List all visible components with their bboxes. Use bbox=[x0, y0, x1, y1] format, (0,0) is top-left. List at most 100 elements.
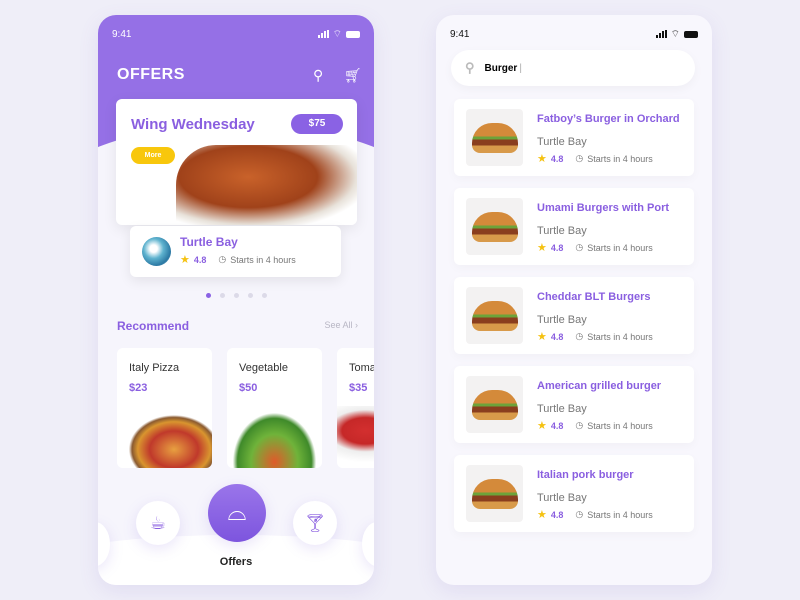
burger-picture bbox=[471, 478, 518, 509]
wings-image bbox=[176, 145, 357, 225]
status-bar: 9:41 ⌔ bbox=[112, 27, 360, 41]
nav-coffee-button[interactable]: ☕︎ bbox=[136, 501, 180, 545]
restaurant-name: Turtle Bay bbox=[537, 403, 587, 415]
start-time: Starts in 4 hours bbox=[587, 242, 653, 253]
search-icon: ⚲ bbox=[465, 60, 475, 75]
result-title: Cheddar BLT Burgers bbox=[537, 291, 651, 303]
wifi-icon: ⌔ bbox=[332, 28, 342, 40]
restaurant-name: Turtle Bay bbox=[180, 235, 238, 249]
burger-picture bbox=[471, 122, 518, 153]
search-value: Burger bbox=[484, 62, 518, 74]
start-time: Starts in 4 hours bbox=[587, 153, 653, 164]
see-all-link[interactable]: See All › bbox=[324, 320, 358, 330]
result-title: Italian pork burger bbox=[537, 469, 634, 481]
rating: 4.8 bbox=[550, 242, 564, 253]
pizza-image bbox=[117, 406, 212, 468]
star-icon: ★ bbox=[537, 242, 547, 254]
dot[interactable] bbox=[219, 293, 225, 298]
star-icon: ★ bbox=[537, 509, 547, 521]
see-all-label: See All bbox=[324, 320, 353, 330]
result-title: Fatboy’s Burger in Orchard bbox=[537, 113, 680, 125]
clock-icon: ◷ bbox=[575, 242, 584, 252]
product-price: $23 bbox=[129, 382, 148, 394]
burger-picture bbox=[471, 389, 518, 420]
result-item[interactable]: American grilled burger Turtle Bay ★ 4.8 ◷… bbox=[454, 366, 694, 443]
nav-cocktail-button[interactable]: 🍸︎ bbox=[293, 501, 337, 545]
star-icon: ★ bbox=[537, 153, 547, 165]
burger-picture bbox=[471, 300, 518, 331]
clock-icon: ◷ bbox=[218, 254, 227, 264]
rating: 4.8 bbox=[550, 331, 564, 342]
status-bar: 9:41 ⌔ bbox=[450, 27, 698, 41]
status-time: 9:41 bbox=[112, 28, 132, 40]
nav-active-label: Offers bbox=[219, 556, 253, 568]
tomato-image bbox=[337, 406, 374, 468]
restaurant-name: Turtle Bay bbox=[537, 314, 587, 326]
price-badge: $75 bbox=[291, 114, 343, 134]
chevron-right-icon: › bbox=[355, 320, 358, 330]
burger-image bbox=[466, 465, 523, 522]
search-screen: 9:41 ⌔ ⚲ Burger | Fatboy’s Burger in Orch… bbox=[436, 15, 712, 585]
restaurant-info-card[interactable]: Turtle Bay ★ 4.8 ◷ Starts in 4 hours bbox=[130, 226, 341, 277]
dot[interactable] bbox=[261, 293, 267, 298]
product-name: Toma bbox=[349, 362, 374, 374]
result-item[interactable]: Fatboy’s Burger in Orchard Turtle Bay ★ 4… bbox=[454, 99, 694, 176]
rating: 4.8 bbox=[550, 420, 564, 431]
product-card[interactable]: Toma $35 bbox=[337, 348, 374, 468]
burger-image bbox=[466, 198, 523, 255]
star-icon: ★ bbox=[537, 331, 547, 343]
product-card[interactable]: Vegetable $50 bbox=[227, 348, 322, 468]
result-title: American grilled burger bbox=[537, 380, 662, 392]
wifi-icon: ⌔ bbox=[670, 28, 680, 40]
page-title: OFFERS bbox=[117, 66, 185, 83]
product-price: $50 bbox=[239, 382, 258, 394]
dot[interactable] bbox=[247, 293, 253, 298]
offer-title: Wing Wednesday bbox=[131, 116, 255, 133]
result-item[interactable]: Umami Burgers with Port Turtle Bay ★ 4.8 ◷… bbox=[454, 188, 694, 265]
star-icon: ★ bbox=[180, 254, 190, 266]
coffee-icon: ☕︎ bbox=[149, 512, 167, 533]
signal-icon bbox=[655, 30, 667, 38]
more-button[interactable]: More bbox=[131, 147, 175, 164]
burger-image bbox=[466, 287, 523, 344]
result-title: Umami Burgers with Port bbox=[537, 202, 670, 214]
start-time: Starts in 4 hours bbox=[587, 509, 653, 520]
product-card[interactable]: Italy Pizza $23 bbox=[117, 348, 212, 468]
search-input[interactable]: ⚲ Burger | bbox=[451, 50, 695, 86]
cocktail-icon: 🍸︎ bbox=[303, 512, 327, 533]
dot[interactable] bbox=[205, 293, 211, 298]
result-item[interactable]: Cheddar BLT Burgers Turtle Bay ★ 4.8 ◷ Star… bbox=[454, 277, 694, 354]
battery-icon bbox=[684, 30, 698, 38]
burger-picture bbox=[471, 211, 518, 242]
clock-icon: ◷ bbox=[575, 509, 584, 519]
restaurant-name: Turtle Bay bbox=[537, 225, 587, 237]
burger-image bbox=[466, 109, 523, 166]
cart-icon[interactable]: 🛒︎ bbox=[344, 67, 362, 84]
carousel-dots[interactable] bbox=[98, 293, 374, 298]
recommend-heading: Recommend bbox=[117, 319, 190, 333]
cloche-icon: ⌓ bbox=[227, 499, 247, 526]
burger-image bbox=[466, 376, 523, 433]
rating: 4.8 bbox=[550, 153, 564, 164]
restaurant-name: Turtle Bay bbox=[537, 136, 587, 148]
status-time: 9:41 bbox=[450, 28, 470, 40]
search-icon[interactable]: ⚲ bbox=[313, 67, 323, 84]
product-name: Vegetable bbox=[239, 362, 288, 374]
rating: 4.8 bbox=[550, 509, 564, 520]
battery-icon bbox=[346, 30, 360, 38]
clock-icon: ◷ bbox=[575, 153, 584, 163]
start-time: Starts in 4 hours bbox=[587, 420, 653, 431]
restaurant-logo bbox=[142, 237, 171, 266]
result-item[interactable]: Italian pork burger Turtle Bay ★ 4.8 ◷ Star… bbox=[454, 455, 694, 532]
vegetable-image bbox=[227, 406, 322, 468]
clock-icon: ◷ bbox=[575, 420, 584, 430]
clock-icon: ◷ bbox=[575, 331, 584, 341]
offer-card[interactable]: Wing Wednesday $75 More bbox=[116, 99, 357, 225]
restaurant-name: Turtle Bay bbox=[537, 492, 587, 504]
product-price: $35 bbox=[349, 382, 368, 394]
dot[interactable] bbox=[233, 293, 239, 298]
start-time: Starts in 4 hours bbox=[587, 331, 653, 342]
nav-offers-button[interactable]: ⌓ bbox=[208, 484, 266, 542]
start-time: Starts in 4 hours bbox=[230, 254, 296, 265]
offers-screen: 9:41 ⌔ OFFERS ⚲ 🛒︎ Wing Wednesday $75 Mo… bbox=[98, 15, 374, 585]
